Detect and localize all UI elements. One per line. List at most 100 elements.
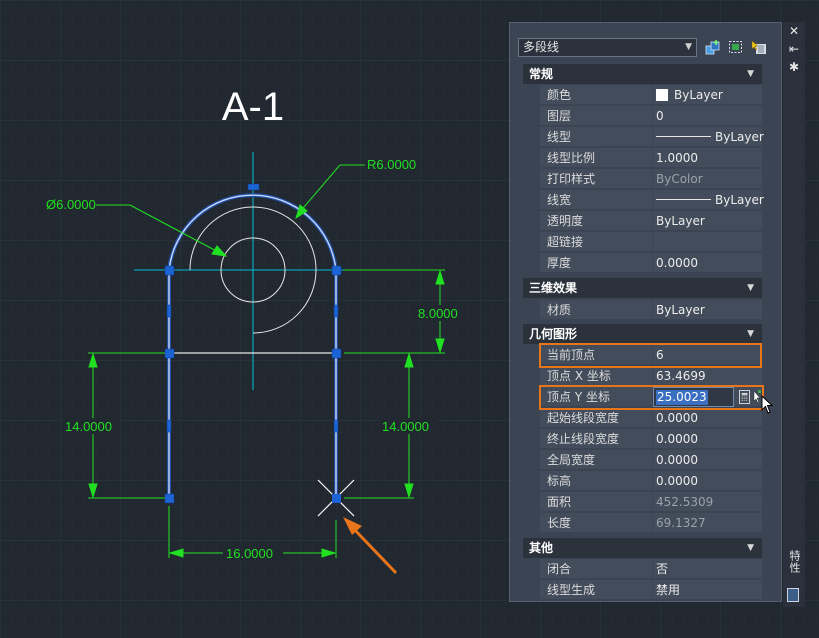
select-objects-icon[interactable] [728, 40, 744, 55]
property-label: 面积 [540, 492, 652, 512]
property-value: 452.5309 [653, 492, 762, 512]
current-vertex-grip[interactable] [332, 494, 341, 503]
property-label: 材质 [540, 300, 652, 320]
property-value[interactable]: 0.0000 [653, 253, 762, 273]
palette-calculator-icon[interactable] [787, 588, 799, 602]
property-row-transparency[interactable]: 透明度 ByLayer [523, 211, 762, 232]
chevron-down-icon: ▼ [685, 42, 692, 52]
drawing-title: A-1 [222, 85, 284, 129]
property-row-current-vertex[interactable]: 当前顶点 6 [523, 345, 762, 366]
property-row-end-width[interactable]: 终止线段宽度 0.0000 [523, 429, 762, 450]
section-misc[interactable]: 其他 ▼ [523, 538, 762, 558]
property-row-hyperlink[interactable]: 超链接 [523, 232, 762, 253]
vertex-y-input[interactable]: 25.0023 [653, 387, 734, 407]
quick-select-icon[interactable] [705, 40, 721, 55]
property-row-linetype-generation[interactable]: 线型生成 禁用 [523, 580, 762, 601]
property-label: 顶点 Y 坐标 [540, 387, 652, 407]
property-row-area[interactable]: 面积 452.5309 [523, 492, 762, 513]
chevron-down-icon: ▼ [747, 543, 754, 553]
property-value[interactable]: 0.0000 [653, 471, 762, 491]
section-general[interactable]: 常规 ▼ [523, 64, 762, 84]
vertex-y-selected-text: 25.0023 [656, 390, 708, 405]
chevron-down-icon: ▼ [747, 283, 754, 293]
section-geometry[interactable]: 几何图形 ▼ [523, 324, 762, 344]
palette-title-bar[interactable]: ✕ ⇤ ✱ 特性 [783, 22, 805, 607]
property-label: 透明度 [540, 211, 652, 231]
pick-point-icon[interactable] [753, 390, 761, 404]
property-value[interactable]: 6 [653, 345, 762, 365]
dim-diameter-label: Ø6.0000 [46, 197, 96, 212]
property-label: 长度 [540, 513, 652, 533]
property-value[interactable] [653, 232, 762, 252]
property-value[interactable]: 63.4699 [653, 366, 762, 386]
property-value: ByLayer [715, 130, 764, 144]
dim-upper-right-label: 8.0000 [418, 306, 458, 321]
property-value[interactable]: 0.0000 [653, 429, 762, 449]
property-label: 线型比例 [540, 148, 652, 168]
property-value: ByLayer [715, 193, 764, 207]
color-swatch [656, 89, 668, 101]
section-3d-title: 三维效果 [529, 281, 578, 295]
property-value[interactable]: 0.0000 [653, 450, 762, 470]
property-label: 起始线段宽度 [540, 408, 652, 428]
mouse-cursor-icon [761, 395, 774, 414]
dim-right-height-label: 14.0000 [382, 419, 429, 434]
property-row-plot-style[interactable]: 打印样式 ByColor [523, 169, 762, 190]
property-row-closed[interactable]: 闭合 否 [523, 559, 762, 580]
property-row-global-width[interactable]: 全局宽度 0.0000 [523, 450, 762, 471]
property-value[interactable]: 1.0000 [653, 148, 762, 168]
property-label: 线宽 [540, 190, 652, 210]
property-label: 打印样式 [540, 169, 652, 189]
section-general-title: 常规 [529, 67, 554, 81]
calculator-icon[interactable] [739, 390, 750, 404]
object-type-value: 多段线 [523, 40, 560, 54]
property-value-linetype[interactable]: ByLayer [653, 127, 764, 147]
toggle-pickadd-icon[interactable] [751, 40, 767, 55]
property-label: 闭合 [540, 559, 652, 579]
property-row-vertex-x[interactable]: 顶点 X 坐标 63.4699 [523, 366, 762, 387]
property-label: 顶点 X 坐标 [540, 366, 652, 386]
property-label: 图层 [540, 106, 652, 126]
section-misc-title: 其他 [529, 541, 554, 555]
property-label: 全局宽度 [540, 450, 652, 470]
property-value[interactable]: 0 [653, 106, 762, 126]
property-label: 颜色 [540, 85, 652, 105]
property-row-linetype-scale[interactable]: 线型比例 1.0000 [523, 148, 762, 169]
property-row-elevation[interactable]: 标高 0.0000 [523, 471, 762, 492]
property-row-length[interactable]: 长度 69.1327 [523, 513, 762, 534]
dim-bottom-width-label: 16.0000 [226, 546, 273, 561]
lineweight-preview [656, 199, 711, 200]
palette-title: 特性 [788, 550, 801, 574]
property-value[interactable]: 否 [653, 559, 762, 579]
property-label: 线型生成 [540, 580, 652, 600]
property-value-lineweight[interactable]: ByLayer [653, 190, 764, 210]
object-type-dropdown[interactable]: 多段线 ▼ [518, 38, 697, 57]
property-label: 厚度 [540, 253, 652, 273]
property-row-color[interactable]: 颜色 ByLayer [523, 85, 762, 106]
close-icon[interactable]: ✕ [787, 24, 801, 38]
section-geometry-title: 几何图形 [529, 327, 578, 341]
property-row-vertex-y[interactable]: 顶点 Y 坐标 25.0023 [523, 387, 762, 408]
property-value: ByColor [653, 169, 762, 189]
options-icon[interactable]: ✱ [787, 60, 801, 74]
auto-hide-icon[interactable]: ⇤ [787, 42, 801, 56]
chevron-down-icon: ▼ [747, 69, 754, 79]
property-row-lineweight[interactable]: 线宽 ByLayer [523, 190, 764, 211]
property-value[interactable]: ByLayer [653, 300, 762, 320]
property-row-start-width[interactable]: 起始线段宽度 0.0000 [523, 408, 762, 429]
property-value-color[interactable]: ByLayer [653, 85, 762, 105]
property-row-layer[interactable]: 图层 0 [523, 106, 762, 127]
chevron-down-icon: ▼ [747, 329, 754, 339]
property-label: 超链接 [540, 232, 652, 252]
linetype-preview [656, 136, 711, 137]
property-value[interactable]: 0.0000 [653, 408, 762, 428]
property-value: 69.1327 [653, 513, 762, 533]
property-value[interactable]: 禁用 [653, 580, 762, 600]
properties-palette: 多段线 ▼ 常规 ▼ 颜色 ByLayer 图层 0 线型 ByLayer 线型… [509, 22, 782, 602]
property-row-linetype[interactable]: 线型 ByLayer [523, 127, 764, 148]
property-value-editing[interactable]: 25.0023 [653, 387, 762, 407]
property-row-thickness[interactable]: 厚度 0.0000 [523, 253, 762, 274]
section-3d-effects[interactable]: 三维效果 ▼ [523, 278, 762, 298]
property-value[interactable]: ByLayer [653, 211, 762, 231]
property-row-material[interactable]: 材质 ByLayer [523, 300, 762, 321]
